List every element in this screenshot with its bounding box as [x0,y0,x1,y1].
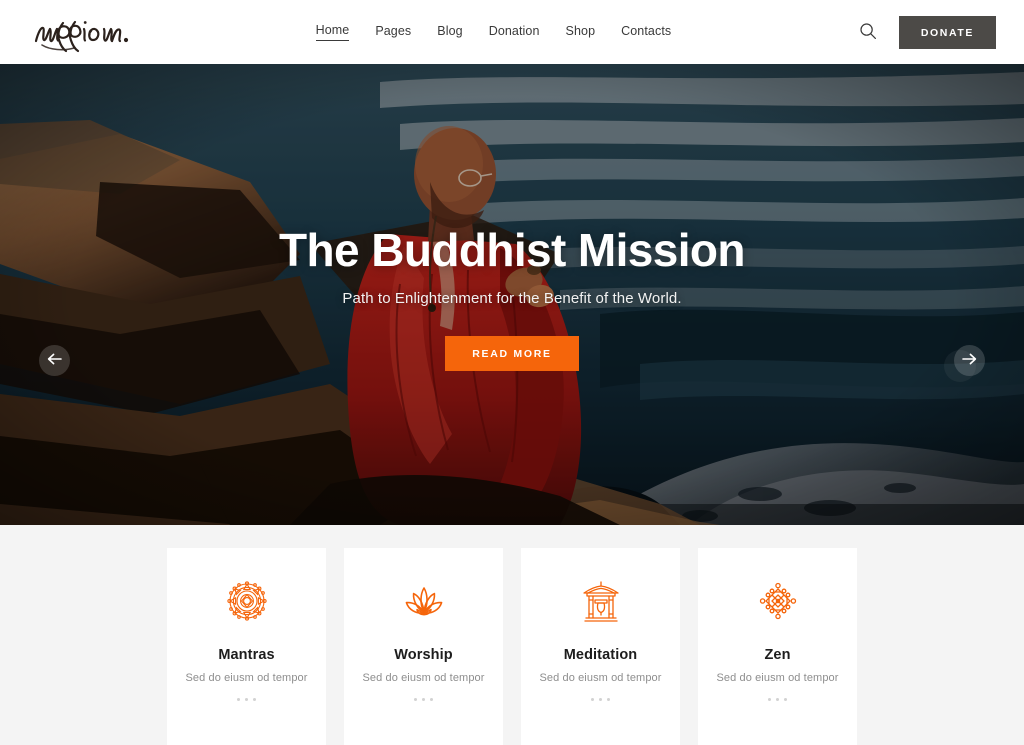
feature-card-zen[interactable]: Zen Sed do eiusm od tempor [698,548,857,745]
mandala-icon [222,576,272,626]
features-section: Mantras Sed do eiusm od tempor Worship S… [0,525,1024,745]
feature-card-dots [591,698,610,701]
feature-card-subtitle: Sed do eiusm od tempor [716,672,839,684]
main-navigation: Home Pages Blog Donation Shop Contacts [130,23,857,41]
feature-card-dots [768,698,787,701]
feature-card-subtitle: Sed do eiusm od tempor [539,672,662,684]
search-button[interactable] [857,21,879,43]
header-actions: DONATE [857,15,996,49]
feature-card-worship[interactable]: Worship Sed do eiusm od tempor [344,548,503,745]
feature-card-title: Zen [764,647,791,663]
script-wordmark-logo [30,9,134,55]
nav-item-blog[interactable]: Blog [437,24,462,41]
nav-item-pages[interactable]: Pages [375,24,411,41]
feature-card-dots [414,698,433,701]
feature-card-title: Mantras [218,647,275,663]
donate-button[interactable]: DONATE [898,15,996,49]
hero-title: The Buddhist Mission [279,223,745,276]
hero-content: The Buddhist Mission Path to Enlightenme… [0,64,1024,525]
arrow-right-icon [962,353,977,368]
feature-card-dots [237,698,256,701]
feature-card-subtitle: Sed do eiusm od tempor [362,672,485,684]
hero-prev-button[interactable] [39,345,70,376]
read-more-button[interactable]: READ MORE [445,336,579,372]
hero-slider: The Buddhist Mission Path to Enlightenme… [0,64,1024,525]
feature-card-title: Meditation [563,647,638,663]
nav-item-home[interactable]: Home [315,23,350,41]
feature-card-title: Worship [394,647,453,663]
temple-gate-icon [576,576,626,626]
site-header: Home Pages Blog Donation Shop Contacts D… [0,0,1024,64]
search-icon [859,22,877,43]
nav-item-contacts[interactable]: Contacts [621,24,671,41]
lotus-icon [399,576,449,626]
hero-subtitle: Path to Enlightenment for the Benefit of… [342,290,682,308]
endless-knot-icon [753,576,803,626]
feature-card-meditation[interactable]: Meditation Sed do eiusm od tempor [521,548,680,745]
feature-card-subtitle: Sed do eiusm od tempor [185,672,308,684]
nav-item-shop[interactable]: Shop [566,24,596,41]
feature-card-mantras[interactable]: Mantras Sed do eiusm od tempor [167,548,326,745]
logo-link[interactable] [30,7,140,57]
hero-next-button[interactable] [954,345,985,376]
nav-item-donation[interactable]: Donation [489,24,540,41]
arrow-left-icon [47,353,62,368]
